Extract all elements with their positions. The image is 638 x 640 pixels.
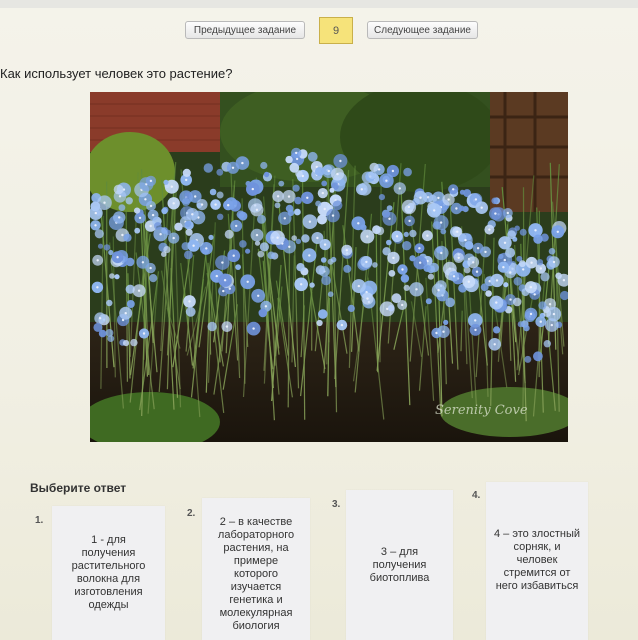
option-4-number: 4. bbox=[472, 490, 481, 501]
test-screen: Предыдущее задание 9 Следующее задание К… bbox=[0, 0, 638, 640]
answer-option-3-text: 3 – для получения биотоплива bbox=[369, 545, 430, 584]
wooden-trellis bbox=[490, 92, 568, 212]
option-3-number: 3. bbox=[332, 499, 341, 510]
option-2-number: 2. bbox=[187, 508, 196, 519]
flax-photo-illustration: Serenity Cove bbox=[90, 92, 568, 442]
answer-heading: Выберите ответ bbox=[30, 481, 127, 495]
option-1-number: 1. bbox=[35, 515, 44, 526]
answer-option-4-text: 4 – это злостный сорняк, и человек стрем… bbox=[493, 528, 581, 592]
previous-task-button[interactable]: Предыдущее задание bbox=[185, 21, 305, 39]
window-top-strip bbox=[0, 0, 638, 8]
next-task-button[interactable]: Следующее задание bbox=[367, 21, 478, 39]
answer-option-4[interactable]: 4 – это злостный сорняк, и человек стрем… bbox=[486, 482, 588, 640]
answer-option-2-text: 2 – в качестве лабораторного растения, н… bbox=[217, 516, 295, 632]
answer-option-1-text: 1 - для получения растительного волокна … bbox=[71, 534, 146, 611]
answer-option-3[interactable]: 3 – для получения биотоплива bbox=[346, 490, 453, 640]
flax-plant-photo: Serenity Cove bbox=[90, 92, 568, 442]
question-text: Как использует человек это растение? bbox=[0, 66, 233, 81]
task-number-badge: 9 bbox=[319, 17, 353, 44]
answer-option-1[interactable]: 1 - для получения растительного волокна … bbox=[52, 506, 165, 640]
photo-watermark: Serenity Cove bbox=[435, 403, 528, 418]
answer-option-2[interactable]: 2 – в качестве лабораторного растения, н… bbox=[202, 498, 310, 640]
